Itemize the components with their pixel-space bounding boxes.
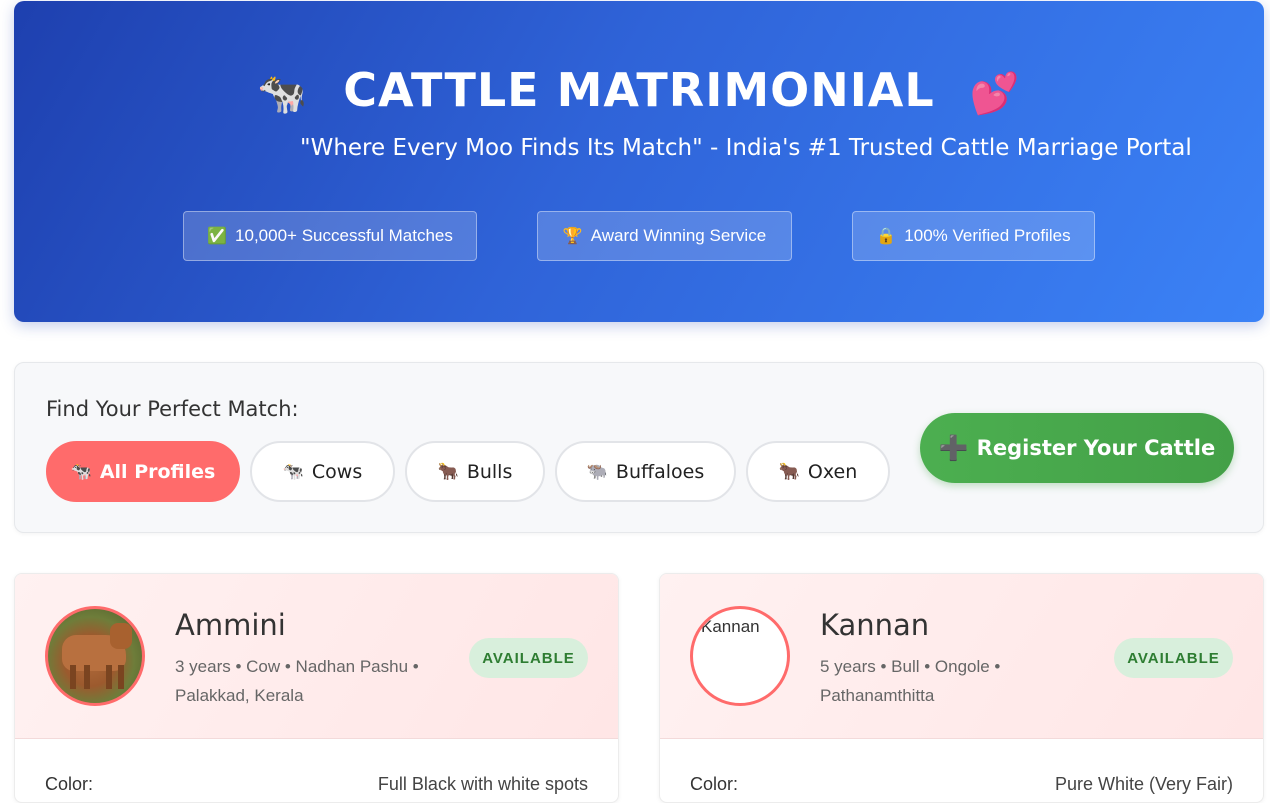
hearts-icon: 💕 <box>969 71 1021 117</box>
detail-label: Color: <box>45 774 94 794</box>
profile-photo[interactable] <box>45 606 145 706</box>
profile-meta-line: 3 years • Cow • Nadhan Pashu • <box>175 657 419 676</box>
profile-meta-line: Palakkad, Kerala <box>175 686 304 705</box>
cow-photo-leg <box>84 665 90 689</box>
profile-card-header: Ammini 3 years • Cow • Nadhan Pashu • Pa… <box>15 574 618 739</box>
profile-card[interactable]: Kannan Kannan 5 years • Bull • Ongole • … <box>659 573 1264 803</box>
cow-photo-head <box>110 623 132 649</box>
check-icon: ✅ <box>207 228 228 245</box>
buffalo-icon: 🐃 <box>586 461 608 482</box>
detail-label: Color: <box>690 774 739 794</box>
detail-value: Full Black with white spots <box>377 774 588 794</box>
status-badge: AVAILABLE <box>469 638 588 678</box>
lock-icon: 🔒 <box>876 228 897 245</box>
site-tagline: "Where Every Moo Finds Its Match" - Indi… <box>300 135 1192 161</box>
profile-meta: 3 years • Cow • Nadhan Pashu • Palakkad,… <box>175 652 445 710</box>
profile-meta-line: 5 years • Bull • Ongole • <box>820 657 1001 676</box>
profile-meta-line: Pathanamthitta <box>820 686 935 705</box>
profile-card[interactable]: Ammini 3 years • Cow • Nadhan Pashu • Pa… <box>14 573 619 803</box>
register-label: Register Your Cattle <box>976 436 1216 460</box>
detail-value: Pure White (Very Fair) <box>1054 774 1233 794</box>
site-title: 🐄 CATTLE MATRIMONIAL 💕 <box>14 63 1264 117</box>
plus-icon: ➕ <box>938 434 969 462</box>
status-badge: AVAILABLE <box>1114 638 1233 678</box>
badge-award-winning: 🏆 Award Winning Service <box>537 211 792 261</box>
cow-icon: 🐄 <box>282 461 304 482</box>
cow-icon: 🐄 <box>70 461 92 482</box>
trophy-icon: 🏆 <box>562 228 583 245</box>
register-cattle-button[interactable]: ➕ Register Your Cattle <box>920 413 1234 483</box>
profile-name: Kannan <box>820 608 930 642</box>
profile-card-header: Kannan Kannan 5 years • Bull • Ongole • … <box>660 574 1263 739</box>
filter-chip-bulls[interactable]: 🐂 Bulls <box>405 441 545 502</box>
broken-image-alt: Kannan <box>701 617 760 636</box>
chip-label: Cows <box>311 460 363 483</box>
chip-label: Buffaloes <box>615 460 705 483</box>
badge-label: 10,000+ Successful Matches <box>235 226 453 245</box>
cow-photo-leg <box>70 665 76 689</box>
badge-verified-profiles: 🔒 100% Verified Profiles <box>852 211 1095 261</box>
site-title-text: CATTLE MATRIMONIAL <box>343 63 935 117</box>
profile-meta: 5 years • Bull • Ongole • Pathanamthitta <box>820 652 1090 710</box>
hero-banner: 🐄 CATTLE MATRIMONIAL 💕 "Where Every Moo … <box>14 1 1264 322</box>
badge-label: Award Winning Service <box>590 226 767 245</box>
ox-icon: 🐂 <box>778 461 800 482</box>
filter-chip-buffaloes[interactable]: 🐃 Buffaloes <box>555 441 736 502</box>
cow-photo-leg <box>106 665 112 689</box>
profile-photo[interactable]: Kannan <box>690 606 790 706</box>
cow-photo-leg <box>118 665 124 689</box>
profile-name: Ammini <box>175 608 286 642</box>
filter-panel: Find Your Perfect Match: 🐄 All Profiles … <box>14 362 1264 533</box>
chip-label: Oxen <box>807 460 858 483</box>
bull-icon: 🐂 <box>437 461 459 482</box>
filter-title: Find Your Perfect Match: <box>46 397 299 421</box>
badge-successful-matches: ✅ 10,000+ Successful Matches <box>183 211 477 261</box>
chip-label: Bulls <box>466 460 513 483</box>
cow-icon: 🐄 <box>257 71 309 117</box>
chip-label: All Profiles <box>99 460 216 483</box>
filter-chip-cows[interactable]: 🐄 Cows <box>250 441 395 502</box>
filter-chip-all-profiles[interactable]: 🐄 All Profiles <box>46 441 240 502</box>
filter-chip-oxen[interactable]: 🐂 Oxen <box>746 441 890 502</box>
badge-label: 100% Verified Profiles <box>904 226 1071 245</box>
